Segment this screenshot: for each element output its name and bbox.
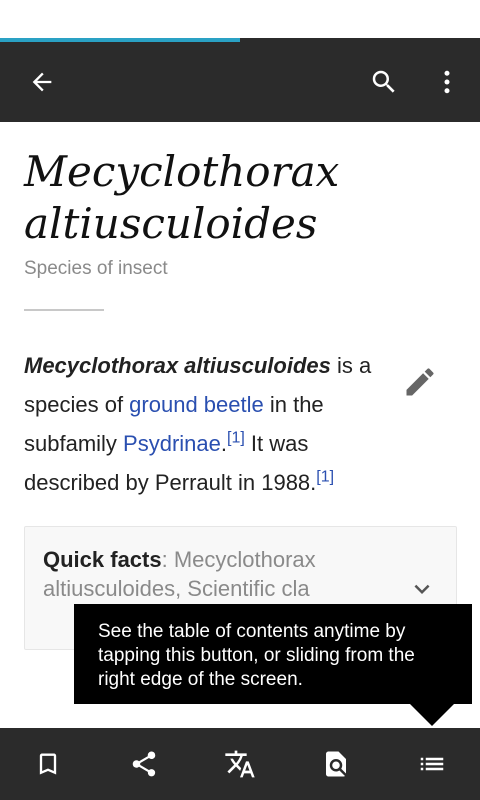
edit-section-button[interactable] [398,360,442,404]
share-icon [132,751,156,777]
share-button[interactable] [120,740,168,788]
toc-tooltip-text: See the table of contents anytime by tap… [98,621,415,690]
find-in-page-icon [326,751,346,777]
bookmark-icon [39,753,57,775]
table-of-contents-button[interactable] [408,740,456,788]
chevron-down-icon [414,584,430,594]
title-divider [24,309,104,311]
reference-link-2[interactable]: [1] [316,469,334,486]
pencil-icon [406,368,434,396]
title-line-2: altiusculoides [24,199,318,248]
title-line-1: Mecyclothorax [24,147,340,196]
expand-quick-facts-button[interactable] [406,573,438,605]
toc-tooltip-arrow [410,704,454,726]
search-button[interactable] [360,58,408,106]
lead-term: Mecyclothorax altiusculoides [24,353,331,378]
more-vertical-icon [444,70,450,94]
lead-paragraph: Mecyclothorax altiusculoides is a specie… [24,346,396,502]
translate-icon [225,750,255,778]
page-title: Mecyclothorax altiusculoides [24,146,464,250]
bottom-action-bar [0,728,480,800]
quick-facts-label: Quick facts [43,547,162,572]
top-toolbar [0,42,480,122]
back-button[interactable] [18,58,66,106]
reference-link-1[interactable]: [1] [227,430,245,447]
overflow-menu-button[interactable] [423,58,471,106]
change-language-button[interactable] [216,740,264,788]
find-in-page-button[interactable] [312,740,360,788]
save-page-button[interactable] [24,740,72,788]
quick-facts-text: Quick facts: Mecyclothorax altiusculoide… [43,545,383,603]
page-description: Species of insect [24,258,168,279]
link-ground-beetle[interactable]: ground beetle [129,392,264,417]
arrow-left-icon [32,72,52,92]
search-icon [372,70,395,93]
link-psydrinae[interactable]: Psydrinae [123,431,221,456]
status-bar [0,0,480,38]
table-of-contents-icon [420,757,444,771]
toc-tooltip: See the table of contents anytime by tap… [74,604,472,704]
